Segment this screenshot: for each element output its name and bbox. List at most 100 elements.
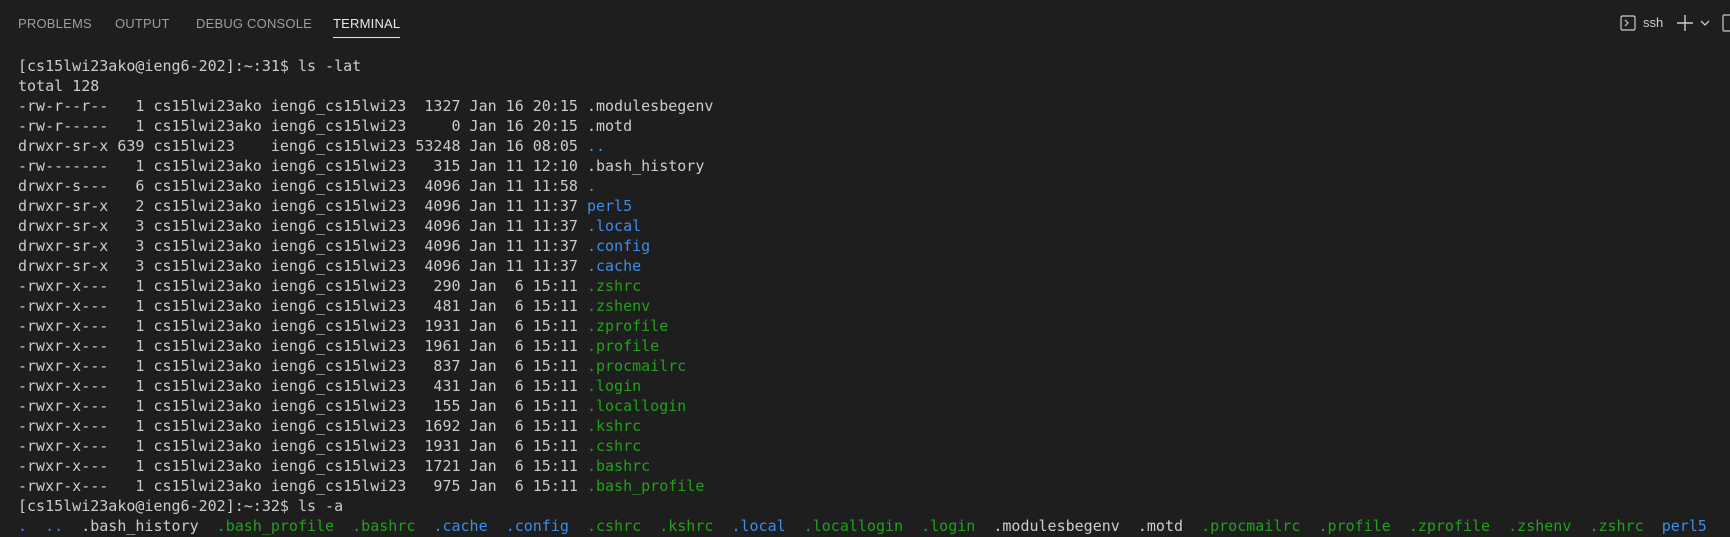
plus-icon[interactable]	[1675, 13, 1695, 33]
terminal-text: total 128	[18, 77, 100, 95]
terminal-line: [cs15lwi23ako@ieng6-202]:~:31$ ls -lat	[18, 56, 1730, 76]
terminal-text: .zshenv	[1508, 517, 1572, 535]
terminal-text: .login	[921, 517, 976, 535]
tab-terminal-label: TERMINAL	[333, 16, 401, 31]
terminal-text: drwxr-sr-x 3 cs15lwi23ako ieng6_cs15lwi2…	[18, 257, 587, 275]
terminal-text: .bash_history	[81, 517, 199, 535]
terminal-text: .locallogin	[803, 517, 904, 535]
terminal-text: .local	[731, 517, 786, 535]
terminal-text: -rwxr-x--- 1 cs15lwi23ako ieng6_cs15lwi2…	[18, 477, 587, 495]
terminal-text: -rwxr-x--- 1 cs15lwi23ako ieng6_cs15lwi2…	[18, 437, 587, 455]
terminal-text: .zshrc	[1589, 517, 1644, 535]
terminal-line: -rwxr-x--- 1 cs15lwi23ako ieng6_cs15lwi2…	[18, 376, 1730, 396]
terminal-text: .profile	[586, 337, 660, 355]
terminal-line: drwxr-sr-x 639 cs15lwi23 ieng6_cs15lwi23…	[18, 136, 1730, 156]
terminal-text: -rwxr-x--- 1 cs15lwi23ako ieng6_cs15lwi2…	[18, 377, 587, 395]
panel-edge-icon[interactable]	[1722, 14, 1730, 32]
terminal-line: [cs15lwi23ako@ieng6-202]:~:32$ ls -a	[18, 496, 1730, 516]
terminal-line: -rwxr-x--- 1 cs15lwi23ako ieng6_cs15lwi2…	[18, 296, 1730, 316]
terminal-text: .zprofile	[586, 317, 669, 335]
terminal-text: -rw-r----- 1 cs15lwi23ako ieng6_cs15lwi2…	[18, 117, 587, 135]
terminal-text: .zprofile	[1408, 517, 1491, 535]
terminal-icon	[1620, 15, 1636, 31]
terminal-text: .modulesbegenv	[993, 517, 1120, 535]
terminal-text: .cshrc	[586, 517, 642, 535]
terminal-text: -rwxr-x--- 1 cs15lwi23ako ieng6_cs15lwi2…	[18, 317, 587, 335]
terminal-line: drwxr-sr-x 3 cs15lwi23ako ieng6_cs15lwi2…	[18, 216, 1730, 236]
terminal-line: -rwxr-x--- 1 cs15lwi23ako ieng6_cs15lwi2…	[18, 276, 1730, 296]
terminal-text: .procmailrc	[1201, 517, 1301, 535]
terminal-text: .bash_profile	[216, 517, 335, 535]
terminal-text: .config	[586, 237, 651, 255]
terminal-text: ..	[586, 137, 606, 155]
terminal-text: .	[18, 517, 28, 535]
tab-problems[interactable]: PROBLEMS	[18, 15, 92, 32]
terminal-text: -rwxr-x--- 1 cs15lwi23ako ieng6_cs15lwi2…	[18, 297, 587, 315]
terminal-line: . .. .bash_history .bash_profile .bashrc…	[18, 516, 1730, 536]
terminal-line: -rwxr-x--- 1 cs15lwi23ako ieng6_cs15lwi2…	[18, 356, 1730, 376]
terminal-text: .zshrc	[586, 277, 642, 295]
terminal-text: .modulesbegenv	[586, 97, 714, 115]
terminal-text: drwxr-s--- 6 cs15lwi23ako ieng6_cs15lwi2…	[18, 177, 587, 195]
active-tab-indicator	[333, 37, 401, 38]
terminal-text: .cache	[586, 257, 642, 275]
terminal-text: -rwxr-x--- 1 cs15lwi23ako ieng6_cs15lwi2…	[18, 417, 587, 435]
terminal-text: .profile	[1318, 517, 1391, 535]
terminal-text: ..	[45, 517, 64, 535]
terminal-text: perl5	[1661, 517, 1707, 535]
terminal-text: [cs15lwi23ako@ieng6-202]:~:32$ ls -a	[18, 497, 344, 515]
terminal-text: .cshrc	[586, 437, 642, 455]
terminal-text: .bash_history	[586, 157, 705, 175]
terminal-line: -rwxr-x--- 1 cs15lwi23ako ieng6_cs15lwi2…	[18, 456, 1730, 476]
terminal-text: drwxr-sr-x 639 cs15lwi23 ieng6_cs15lwi23…	[18, 137, 587, 155]
terminal-line: drwxr-sr-x 3 cs15lwi23ako ieng6_cs15lwi2…	[18, 256, 1730, 276]
terminal-text: .motd	[1137, 517, 1184, 535]
tab-output[interactable]: OUTPUT	[115, 15, 170, 32]
terminal-line: -rwxr-x--- 1 cs15lwi23ako ieng6_cs15lwi2…	[18, 416, 1730, 436]
terminal-text: -rw------- 1 cs15lwi23ako ieng6_cs15lwi2…	[18, 157, 587, 175]
terminal-name: ssh	[1643, 15, 1664, 30]
terminal-line: -rwxr-x--- 1 cs15lwi23ako ieng6_cs15lwi2…	[18, 476, 1730, 496]
chevron-down-icon[interactable]	[1699, 17, 1711, 29]
terminal-line: -rwxr-x--- 1 cs15lwi23ako ieng6_cs15lwi2…	[18, 436, 1730, 456]
terminal-line: -rwxr-x--- 1 cs15lwi23ako ieng6_cs15lwi2…	[18, 316, 1730, 336]
panel-tab-bar: PROBLEMS OUTPUT DEBUG CONSOLE TERMINAL s…	[0, 0, 1730, 46]
terminal-output[interactable]: [cs15lwi23ako@ieng6-202]:~:31$ ls -lat to…	[18, 56, 1730, 536]
terminal-text: .kshrc	[586, 417, 642, 435]
tab-terminal[interactable]: TERMINAL	[333, 15, 401, 38]
terminal-text: drwxr-sr-x 3 cs15lwi23ako ieng6_cs15lwi2…	[18, 217, 587, 235]
terminal-line: -rw-r--r-- 1 cs15lwi23ako ieng6_cs15lwi2…	[18, 96, 1730, 116]
terminal-text: .bashrc	[586, 457, 651, 475]
terminal-text: .config	[505, 517, 569, 535]
terminal-text: -rwxr-x--- 1 cs15lwi23ako ieng6_cs15lwi2…	[18, 397, 587, 415]
terminal-text: .kshrc	[659, 517, 714, 535]
terminal-line: -rw-r----- 1 cs15lwi23ako ieng6_cs15lwi2…	[18, 116, 1730, 136]
terminal-text: .cache	[433, 517, 488, 535]
terminal-text: .locallogin	[586, 397, 687, 415]
terminal-text: perl5	[586, 197, 633, 215]
terminal-text: .motd	[586, 117, 633, 135]
terminal-text: .zshenv	[586, 297, 651, 315]
tab-debug-console[interactable]: DEBUG CONSOLE	[196, 15, 312, 32]
terminal-text: drwxr-sr-x 3 cs15lwi23ako ieng6_cs15lwi2…	[18, 237, 587, 255]
terminal-line: -rwxr-x--- 1 cs15lwi23ako ieng6_cs15lwi2…	[18, 336, 1730, 356]
terminal-line: -rwxr-x--- 1 cs15lwi23ako ieng6_cs15lwi2…	[18, 396, 1730, 416]
terminal-line: drwxr-s--- 6 cs15lwi23ako ieng6_cs15lwi2…	[18, 176, 1730, 196]
